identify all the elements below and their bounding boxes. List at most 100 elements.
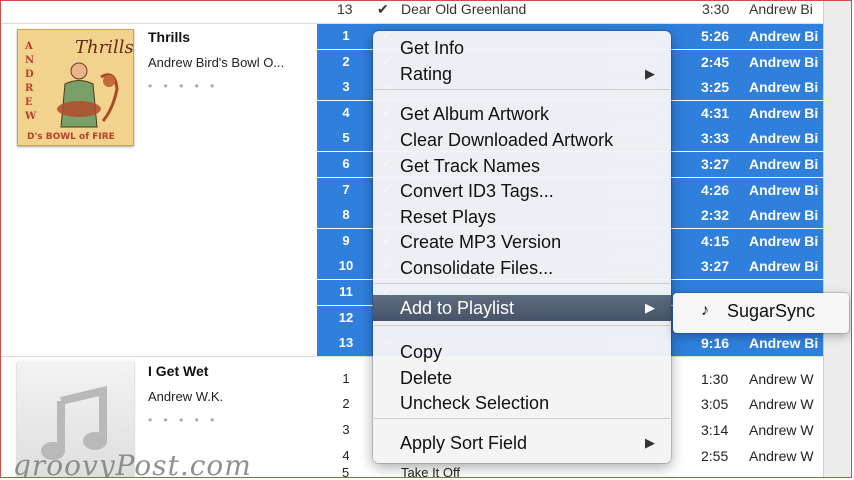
track-number: 5	[342, 130, 350, 146]
submenu-arrow-icon: ▶	[645, 66, 655, 81]
album-title: Thrills	[148, 29, 191, 45]
scrollbar[interactable]	[823, 1, 851, 477]
track-number: 2	[317, 396, 375, 412]
svg-text:D's BOWL of FIRE: D's BOWL of FIRE	[27, 132, 115, 142]
track-artist: Andrew Bi	[749, 181, 819, 198]
submenu-arrow-icon: ▶	[645, 435, 655, 450]
menu-item-convert-id3-tags[interactable]: Convert ID3 Tags...	[373, 178, 671, 204]
track-number: 2	[342, 53, 350, 69]
track-artist: Andrew W	[749, 396, 814, 413]
track-artist: Andrew W	[749, 370, 814, 387]
track-time: 3:14	[701, 422, 729, 438]
track-artist: Andrew Bi	[749, 156, 819, 172]
menu-item-label: Create MP3 Version	[400, 232, 562, 252]
playlist-submenu: ♪ SugarSync	[673, 293, 849, 333]
track-number: 8	[342, 207, 350, 223]
track-time: 9:16	[701, 335, 730, 352]
track-number: 4	[342, 104, 350, 120]
menu-item-apply-sort-field[interactable]: Apply Sort Field ▶	[373, 430, 671, 456]
track-number: 7	[342, 181, 350, 197]
track-artist: Andrew Bi	[749, 258, 819, 275]
track-artist: Andrew Bi	[749, 232, 819, 249]
track-artist: Andrew Bi	[749, 28, 819, 44]
track-time: 3:33	[701, 130, 730, 147]
track-time: 2:32	[701, 207, 730, 224]
track-number: 13	[338, 335, 354, 351]
track-time: 4:31	[701, 104, 730, 121]
track-time: 3:27	[701, 156, 730, 172]
track-artist: Andrew Bi	[749, 53, 819, 70]
menu-item-copy[interactable]: Copy	[373, 339, 671, 365]
album-rating[interactable]: • • • • •	[148, 413, 218, 427]
album-artwork[interactable]: A N D R E W Thrills D's BOWL of FIRE	[16, 28, 135, 147]
menu-item-label: Reset Plays	[400, 207, 497, 227]
itunes-window: 13 ✔ Dear Old Greenland 3:30 Andrew Bi A…	[0, 0, 852, 478]
track-row-partial[interactable]: 13 ✔ Dear Old Greenland 3:30 Andrew Bi	[317, 1, 823, 19]
track-number: 1	[317, 370, 375, 386]
check-icon: ✔	[377, 1, 389, 17]
submenu-arrow-icon: ▶	[645, 300, 655, 315]
track-artist: Andrew Bi	[749, 79, 819, 96]
album-art-title: Thrills	[75, 37, 134, 58]
menu-item-rating[interactable]: Rating ▶	[373, 61, 671, 87]
track-number: 6	[342, 156, 350, 171]
track-time: 5:26	[701, 28, 730, 44]
menu-separator	[374, 283, 670, 284]
track-artist: Andrew W	[749, 422, 814, 438]
menu-item-label: Uncheck Selection	[400, 393, 550, 413]
menu-separator	[374, 418, 670, 419]
menu-item-label: Consolidate Files...	[400, 258, 554, 278]
menu-item-consolidate-files[interactable]: Consolidate Files...	[373, 255, 671, 281]
track-time: 4:26	[701, 181, 730, 198]
menu-item-clear-downloaded-artwork[interactable]: Clear Downloaded Artwork	[373, 127, 671, 153]
track-number: 5	[342, 465, 350, 478]
track-number: 10	[338, 258, 354, 274]
track-artist: Andrew Bi	[749, 130, 819, 147]
menu-item-label: Delete	[400, 368, 453, 388]
track-time: 3:05	[701, 396, 729, 413]
track-number: 3	[317, 422, 375, 437]
svg-text:W: W	[24, 111, 37, 122]
album-artist: Andrew W.K.	[148, 389, 224, 404]
menu-item-label: Copy	[400, 342, 443, 362]
menu-item-get-album-artwork[interactable]: Get Album Artwork	[373, 101, 671, 127]
track-time: 2:55	[701, 447, 729, 464]
menu-item-label: Rating	[400, 64, 453, 84]
album-rating[interactable]: • • • • •	[148, 79, 218, 93]
submenu-item-sugarsync[interactable]: SugarSync	[727, 301, 815, 322]
track-row-partial[interactable]: 5 Take It Off	[317, 465, 823, 478]
track-title: Dear Old Greenland	[401, 1, 527, 17]
svg-text:E: E	[25, 97, 33, 108]
track-number: 13	[337, 1, 353, 17]
menu-item-get-track-names[interactable]: Get Track Names	[373, 153, 671, 179]
playlist-icon: ♪	[701, 302, 709, 319]
menu-item-get-info[interactable]: Get Info	[373, 35, 671, 61]
menu-item-create-mp3-version[interactable]: Create MP3 Version	[373, 229, 671, 255]
svg-text:D: D	[25, 69, 34, 80]
track-time: 3:25	[701, 79, 730, 96]
track-number: 9	[342, 232, 350, 248]
menu-item-label: Get Album Artwork	[400, 104, 550, 124]
menu-item-label: Add to Playlist	[400, 298, 515, 318]
watermark: groovyPost.com	[13, 449, 252, 478]
context-menu: Get Info Rating ▶ Get Album Artwork Clear Do…	[373, 31, 671, 463]
track-artist: Andrew Bi	[749, 335, 819, 352]
track-number: 11	[339, 284, 353, 299]
track-number: 4	[317, 447, 375, 463]
track-time: 3:27	[701, 258, 730, 275]
album-artist: Andrew Bird's Bowl O...	[148, 55, 285, 70]
track-time: 2:45	[701, 53, 730, 70]
menu-separator	[374, 89, 670, 90]
track-artist: Andrew W	[749, 447, 814, 464]
track-number: 12	[338, 309, 354, 325]
track-time: 3:30	[702, 1, 730, 17]
track-number: 3	[342, 79, 350, 95]
menu-item-add-to-playlist[interactable]: Add to Playlist ▶	[373, 295, 671, 321]
menu-item-reset-plays[interactable]: Reset Plays	[373, 204, 671, 230]
track-time: 4:15	[701, 232, 730, 249]
svg-text:N: N	[25, 55, 34, 66]
menu-item-delete[interactable]: Delete	[373, 365, 671, 391]
menu-item-label: Clear Downloaded Artwork	[400, 130, 614, 150]
menu-item-uncheck-selection[interactable]: Uncheck Selection	[373, 390, 671, 416]
track-title: Take It Off	[401, 465, 461, 478]
